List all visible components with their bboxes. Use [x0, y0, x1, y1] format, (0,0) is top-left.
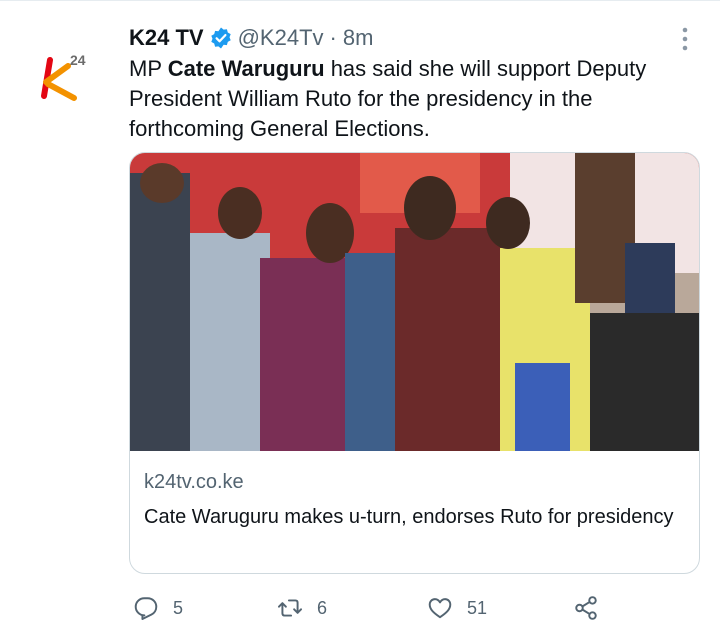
- card-domain: k24tv.co.ke: [144, 471, 244, 493]
- retweet-count: 6: [317, 597, 328, 618]
- heart-icon: [428, 598, 452, 619]
- display-name[interactable]: K24 TV: [129, 25, 204, 51]
- share-button[interactable]: [573, 592, 599, 624]
- timestamp[interactable]: 8m: [343, 25, 374, 51]
- avatar[interactable]: 24: [28, 38, 108, 118]
- top-divider: [0, 0, 720, 1]
- reply-count: 5: [173, 597, 184, 618]
- tweet-text: MP Cate Waruguru has said she will suppo…: [129, 54, 699, 144]
- user-handle[interactable]: @K24Tv: [238, 25, 324, 51]
- share-icon: [575, 596, 597, 620]
- verified-badge-icon: [209, 26, 233, 50]
- like-button[interactable]: 51: [427, 592, 487, 624]
- tweet-text-mention: Cate Waruguru: [167, 56, 325, 81]
- tweet-text-prefix: MP: [129, 56, 168, 81]
- retweet-button[interactable]: 6: [277, 592, 327, 624]
- avatar-logo-superscript: 24: [70, 52, 86, 68]
- tweet-header: K24 TV @K24Tv · 8m: [129, 22, 373, 54]
- more-options-button[interactable]: [670, 24, 700, 54]
- link-card[interactable]: k24tv.co.ke Cate Waruguru makes u-turn, …: [129, 152, 700, 574]
- retweet-icon: [277, 599, 303, 617]
- reply-icon: [134, 597, 158, 620]
- reply-button[interactable]: 5: [133, 592, 183, 624]
- separator-dot: ·: [329, 25, 337, 50]
- tweet-actions: 5 6 51: [129, 592, 629, 624]
- card-photo[interactable]: [130, 153, 699, 451]
- k24-logo-icon: 24: [41, 52, 86, 101]
- like-count: 51: [467, 597, 488, 618]
- more-vertical-icon: [682, 27, 688, 51]
- card-title: Cate Waruguru makes u-turn, endorses Rut…: [144, 506, 674, 528]
